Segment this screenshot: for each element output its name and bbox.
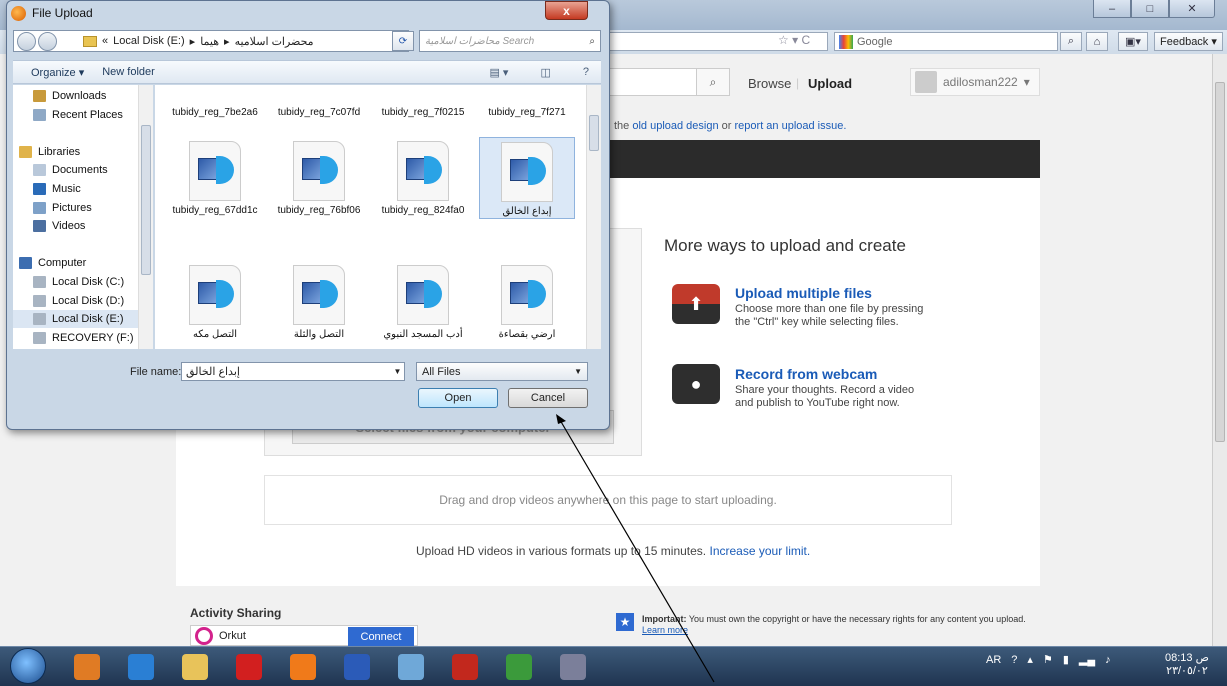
taskbar-app-media-center[interactable] (66, 650, 108, 684)
app-icon (452, 654, 478, 680)
annotation-arrow (556, 414, 715, 683)
app-icon (398, 654, 424, 680)
app-icon (290, 654, 316, 680)
taskbar-app-word[interactable] (336, 650, 378, 684)
taskbar-app-acrobat[interactable] (444, 650, 486, 684)
taskbar-app-internet-explorer[interactable] (120, 650, 162, 684)
taskbar-app-zain[interactable] (552, 650, 594, 684)
taskbar-app-explorer[interactable] (174, 650, 216, 684)
app-icon (344, 654, 370, 680)
taskbar-app-chrome[interactable] (498, 650, 540, 684)
taskbar-app-opera[interactable] (228, 650, 270, 684)
app-icon (560, 654, 586, 680)
app-icon (74, 654, 100, 680)
app-icon (182, 654, 208, 680)
app-icon (128, 654, 154, 680)
taskbar-app-firefox[interactable] (282, 650, 324, 684)
app-icon (506, 654, 532, 680)
taskbar-app-paint[interactable] (390, 650, 432, 684)
app-icon (236, 654, 262, 680)
